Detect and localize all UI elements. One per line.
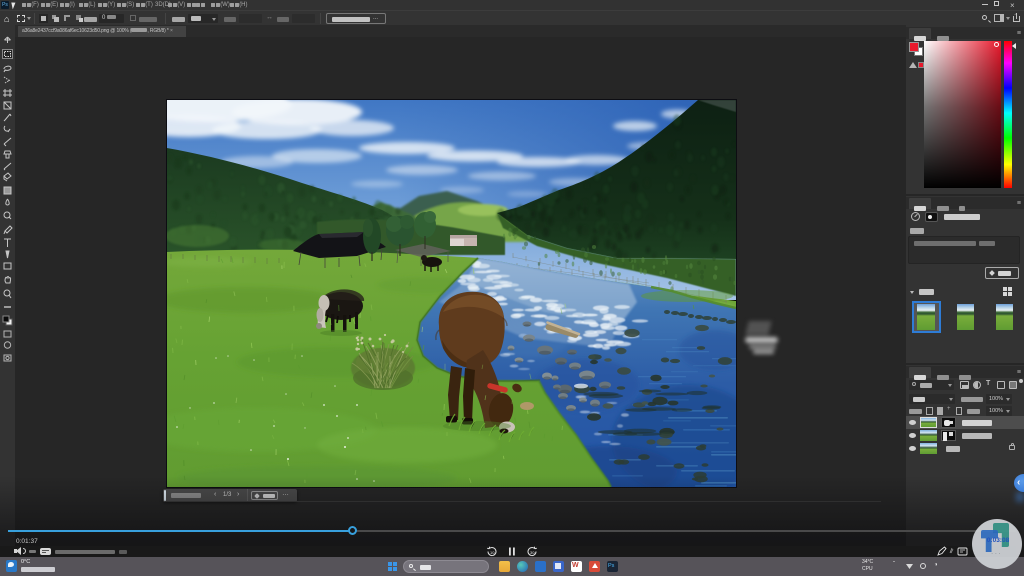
svg-text:30: 30 — [530, 550, 535, 555]
svg-text:10: 10 — [490, 550, 495, 555]
